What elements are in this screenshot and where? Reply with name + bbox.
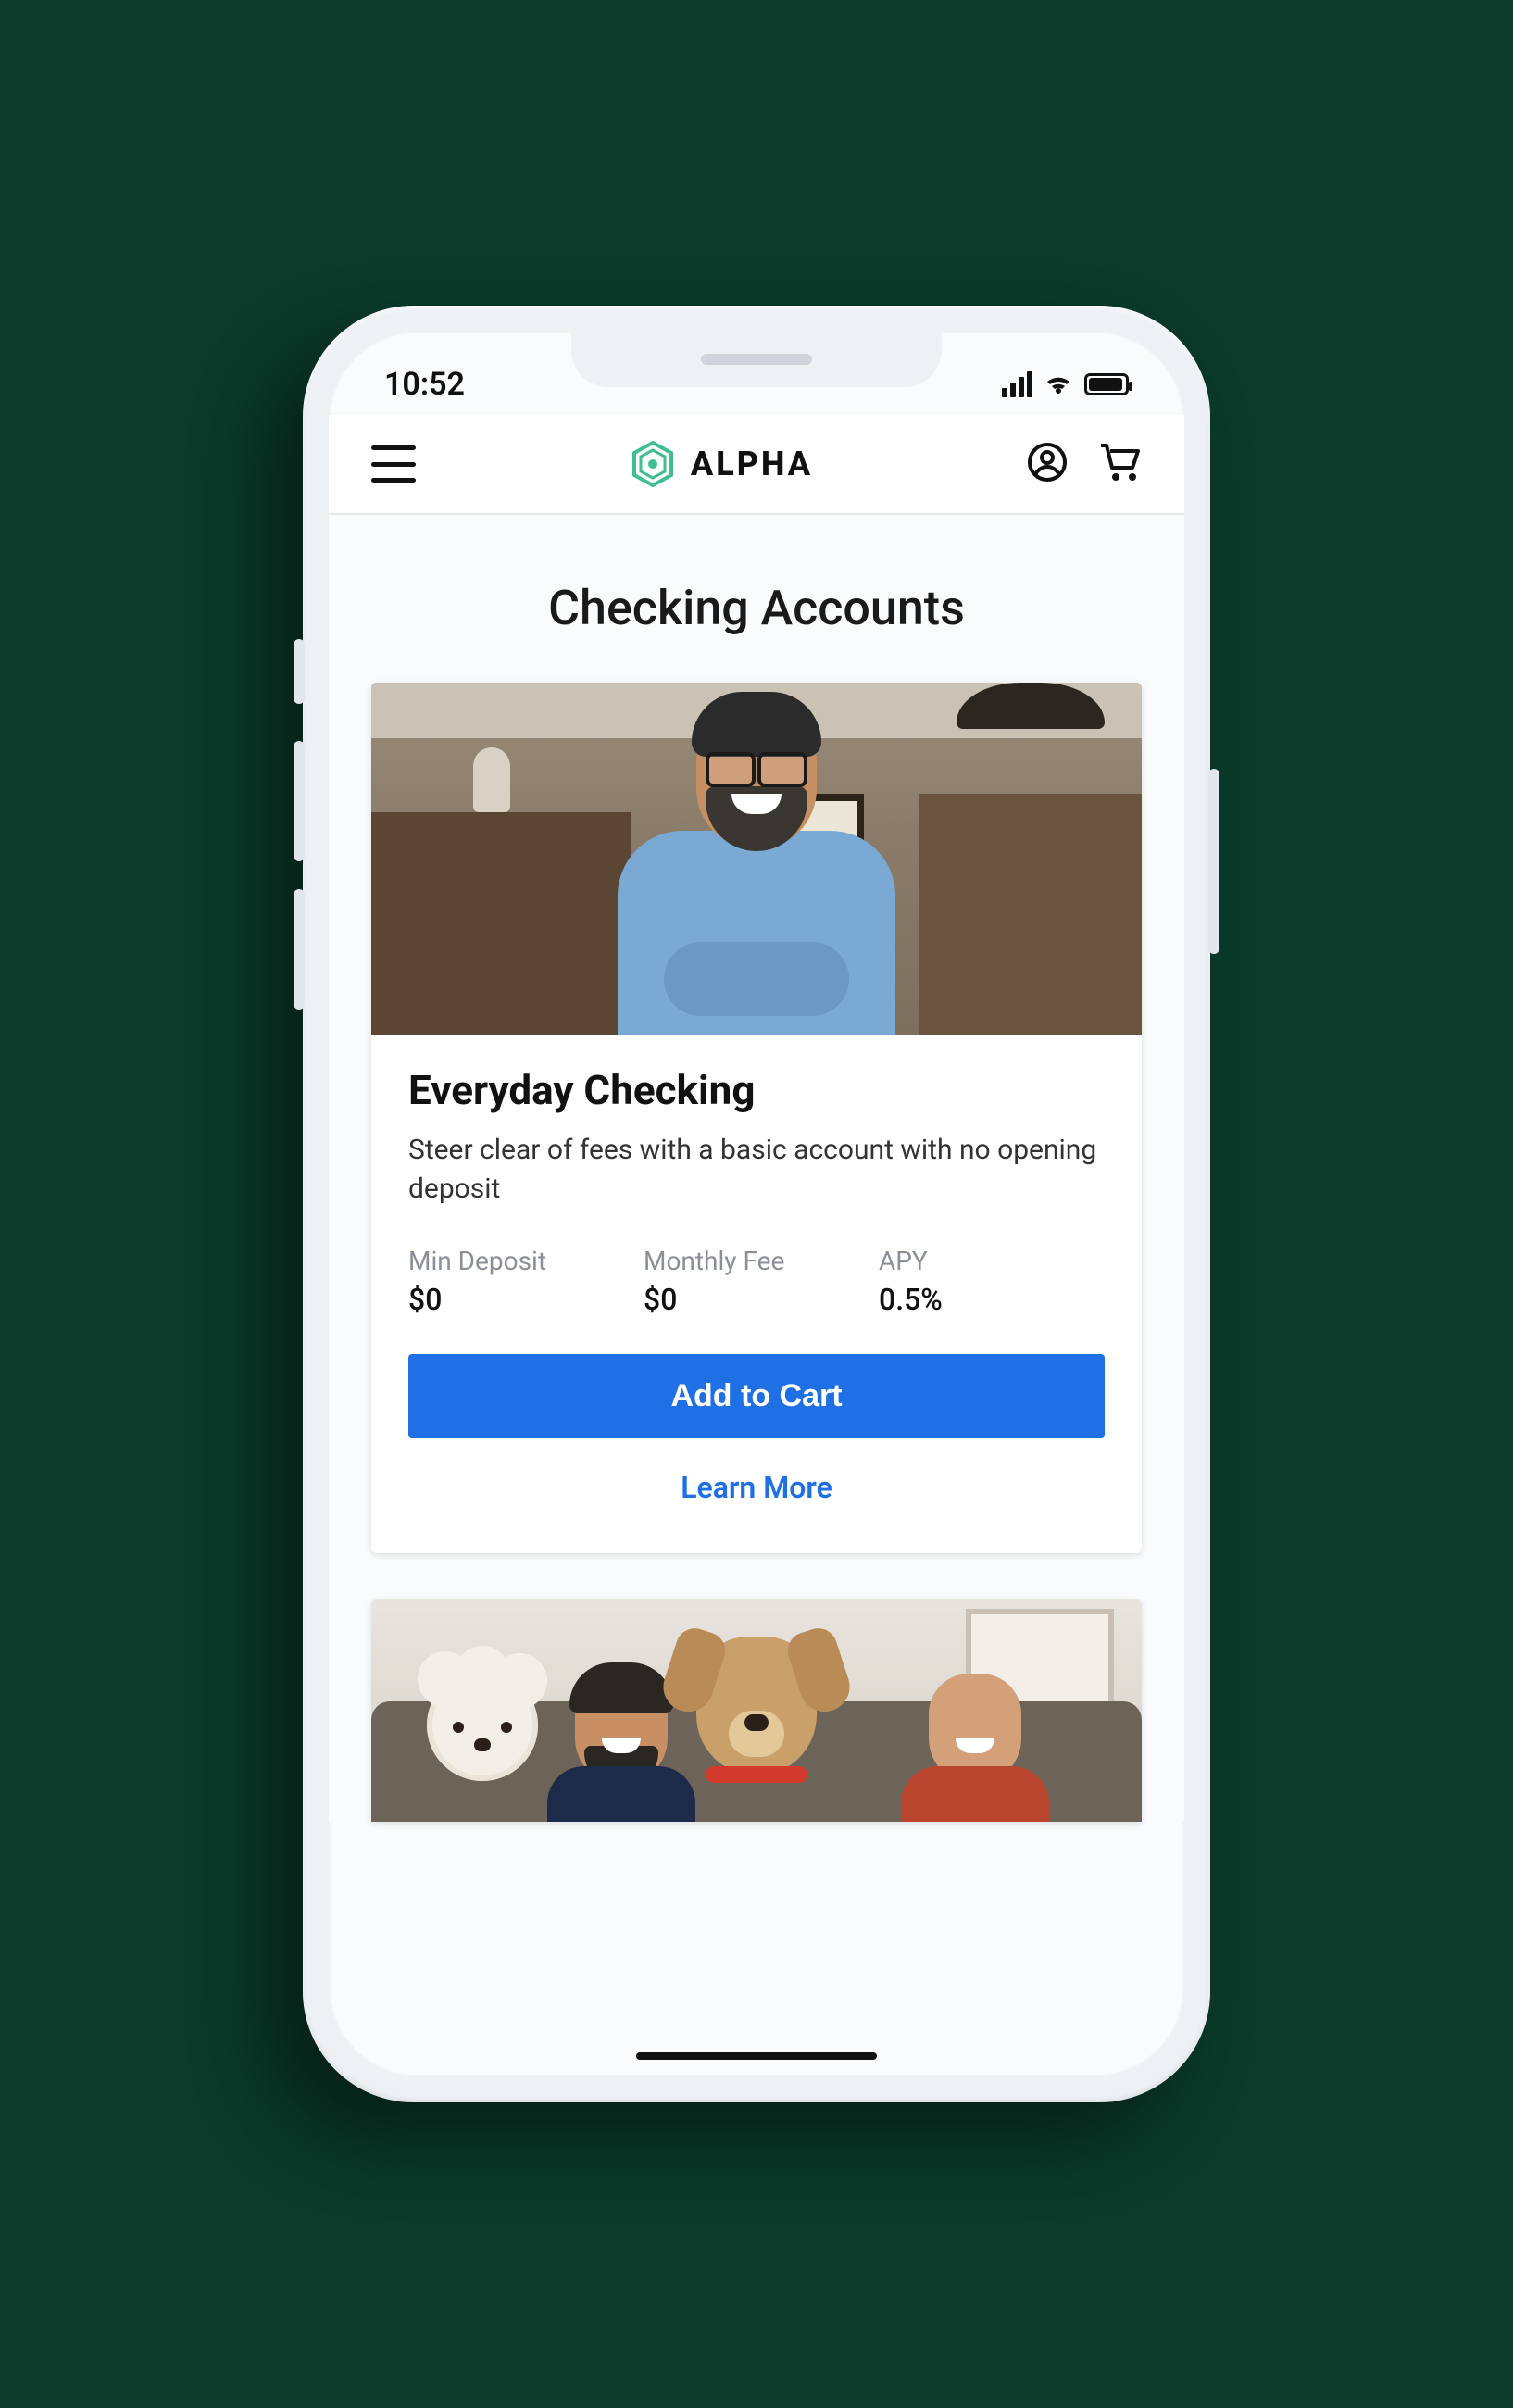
cart-icon[interactable] <box>1097 442 1142 486</box>
account-icon[interactable] <box>1027 442 1068 486</box>
screen: 10:52 ALPHA <box>329 332 1184 2076</box>
menu-icon[interactable] <box>371 445 416 483</box>
card-description: Steer clear of fees with a basic account… <box>408 1131 1105 1209</box>
card-title: Everyday Checking <box>408 1066 1105 1114</box>
product-card-everyday-checking: Everyday Checking Steer clear of fees wi… <box>371 683 1142 1553</box>
product-card-image-2 <box>371 1599 1142 1822</box>
brand[interactable]: ALPHA <box>630 441 813 487</box>
content: Checking Accounts <box>329 515 1184 1822</box>
stat-apy: APY 0.5% <box>879 1246 1105 1317</box>
cellular-icon <box>1002 371 1032 397</box>
wifi-icon <box>1044 373 1073 395</box>
stat-value: $0 <box>408 1282 634 1317</box>
stat-min-deposit: Min Deposit $0 <box>408 1246 634 1317</box>
learn-more-link[interactable]: Learn More <box>408 1462 1105 1512</box>
status-time: 10:52 <box>384 366 465 403</box>
brand-logo-icon <box>630 441 676 487</box>
phone-frame: 10:52 ALPHA <box>303 306 1210 2102</box>
stat-label: Min Deposit <box>408 1246 634 1276</box>
add-to-cart-button[interactable]: Add to Cart <box>408 1354 1105 1438</box>
brand-name: ALPHA <box>691 445 813 483</box>
stat-value: 0.5% <box>879 1282 1105 1317</box>
card-image <box>371 683 1142 1035</box>
stat-value: $0 <box>644 1282 869 1317</box>
card-stats: Min Deposit $0 Monthly Fee $0 APY 0.5% <box>408 1246 1105 1317</box>
battery-icon <box>1084 373 1129 395</box>
stat-label: Monthly Fee <box>644 1246 869 1276</box>
app-header: ALPHA <box>329 415 1184 515</box>
notch <box>571 332 942 387</box>
page-title: Checking Accounts <box>371 580 1142 636</box>
home-indicator[interactable] <box>636 2052 877 2060</box>
stat-monthly-fee: Monthly Fee $0 <box>644 1246 869 1317</box>
stat-label: APY <box>879 1246 1105 1276</box>
